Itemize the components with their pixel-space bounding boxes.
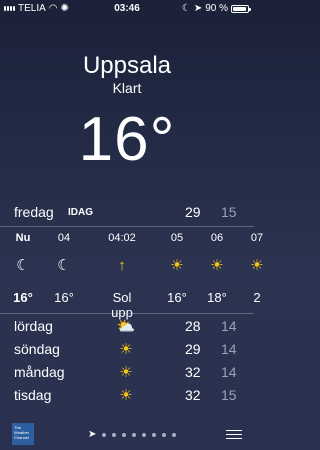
page-dot[interactable] (102, 432, 107, 437)
today-low: 15 (221, 204, 237, 220)
city-list-button[interactable] (226, 427, 242, 442)
sun-icon: ☀ (119, 341, 133, 358)
page-dot[interactable] (132, 432, 137, 437)
daily-high: 32 (185, 364, 201, 380)
daily-day: tisdag (14, 387, 52, 403)
location-arrow-icon: ➤ (193, 3, 203, 14)
hourly-temp: 18° (207, 290, 227, 305)
sun-icon: ☀ (250, 257, 264, 274)
sunrise-icon: ↑ (118, 257, 126, 274)
daily-row: söndag ☀ 29 14 (0, 341, 254, 364)
hourly-time: 04:02 (108, 232, 136, 244)
hourly-temp: 16° (13, 290, 33, 305)
status-right: ☾ ➤ 90 % (181, 3, 251, 14)
weather-channel-logo[interactable]: The Weather Channel (12, 423, 34, 445)
battery-percent: 90 % (205, 3, 228, 14)
location-arrow-icon: ➤ (88, 429, 97, 440)
do-not-disturb-icon: ☾ (181, 3, 191, 14)
daily-row: lördag ⛅ 28 14 (0, 318, 254, 341)
divider (0, 313, 254, 314)
page-dot[interactable] (172, 432, 177, 437)
daily-low: 14 (221, 318, 237, 334)
today-row: fredag IDAG 29 15 (0, 204, 254, 226)
hourly-temp: 2 (253, 290, 261, 305)
daily-high: 29 (185, 341, 201, 357)
today-high: 29 (185, 204, 201, 220)
today-badge: IDAG (68, 207, 93, 218)
page-indicator[interactable]: ➤ (88, 429, 177, 440)
moon-stars-icon: ☾ (16, 257, 30, 274)
page-dot[interactable] (112, 432, 117, 437)
hourly-time: 07 (250, 232, 264, 244)
partly-cloudy-icon: ⛅ (116, 318, 136, 335)
city-name: Uppsala (82, 52, 172, 79)
today-day: fredag (14, 204, 54, 220)
hourly-temp: 16° (54, 290, 74, 305)
sun-icon: ☀ (170, 257, 184, 274)
current-temperature: 16° (78, 105, 176, 174)
daily-day: söndag (14, 341, 60, 357)
daily-low: 14 (221, 364, 237, 380)
daily-row: tisdag ☀ 32 15 (0, 387, 254, 410)
hourly-time: 05 (170, 232, 184, 244)
sun-icon: ☀ (210, 257, 224, 274)
daily-high: 28 (185, 318, 201, 334)
hourly-forecast[interactable]: Nu ☾ 16° 04 ☾ 16° 04:02 ↑ Sol upp 05 ☀ 16° 06 ☀ 18° 07 ☀… (0, 228, 264, 320)
page-dot[interactable] (152, 432, 157, 437)
bottom-bar: The Weather Channel ➤ (0, 420, 254, 450)
page-dot[interactable] (142, 432, 147, 437)
page-dot[interactable] (162, 432, 167, 437)
battery-icon (231, 4, 251, 13)
daily-low: 14 (221, 341, 237, 357)
page-dot[interactable] (122, 432, 127, 437)
hourly-time: 06 (210, 232, 224, 244)
daily-day: lördag (14, 318, 53, 334)
daily-day: måndag (14, 364, 65, 380)
condition-text: Klart (112, 80, 142, 96)
sun-icon: ☀ (119, 387, 133, 404)
divider (0, 226, 254, 227)
hourly-time: Nu (15, 232, 31, 244)
status-bar: TELIA ◠ ✺ 03:46 ☾ ➤ 90 % (0, 0, 254, 18)
sun-icon: ☀ (119, 364, 133, 381)
daily-row: måndag ☀ 32 14 (0, 364, 254, 387)
hourly-temp: Sol upp (111, 290, 133, 320)
daily-high: 32 (185, 387, 201, 403)
daily-low: 15 (221, 387, 237, 403)
hourly-time: 04 (57, 232, 71, 244)
hourly-temp: 16° (167, 290, 187, 305)
moon-stars-icon: ☾ (57, 257, 71, 274)
